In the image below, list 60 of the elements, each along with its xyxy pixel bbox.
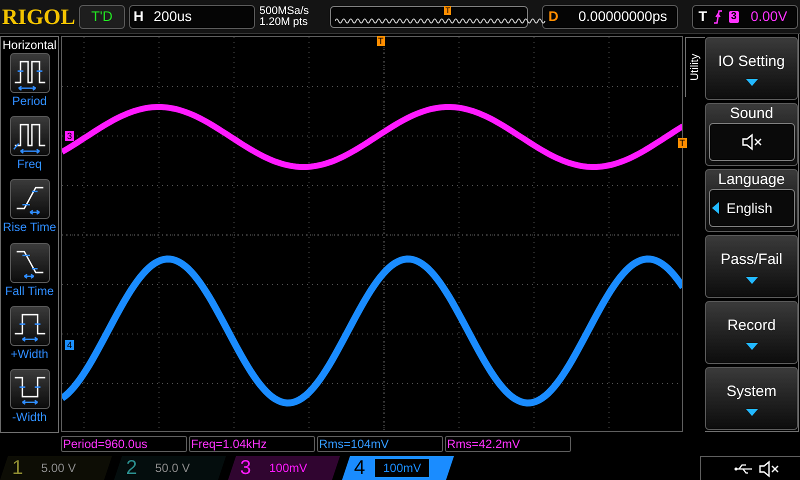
channel-4-marker: 4	[65, 340, 74, 350]
rising-edge-icon	[713, 10, 724, 24]
timebase-label: H	[134, 7, 144, 26]
channel-number: 3	[240, 457, 252, 479]
trigger-label: T	[698, 7, 708, 26]
measure-label: Fall Time	[5, 282, 54, 299]
trigger-level: 0.00V	[750, 7, 788, 26]
menu-button[interactable]: Pass/Fail	[705, 235, 798, 298]
caret-icon	[746, 343, 758, 350]
measure-button[interactable]	[10, 116, 50, 156]
timebase-value: 200us	[154, 7, 192, 26]
caret-icon	[746, 79, 758, 86]
sample-rate: 500MSa/s	[259, 6, 310, 16]
measure-label: Rise Time	[2, 219, 56, 236]
trigger-source: 3	[729, 10, 739, 22]
channel-tab[interactable]: 2 50.0 V	[114, 456, 226, 480]
memory-depth: 1.20M pts	[259, 16, 309, 28]
language-selector[interactable]: English	[708, 189, 794, 227]
channel-tab[interactable]: 1 5.00 V	[0, 456, 112, 480]
channel-scale: 50.0 V	[154, 460, 191, 477]
measurement-readout: Rms=104mV	[317, 436, 443, 452]
sound-toggle[interactable]	[708, 123, 794, 161]
channel-tab[interactable]: 3 100mV	[228, 456, 340, 480]
channel-tab[interactable]: 4 100mV	[342, 456, 454, 480]
channel-scale: 5.00 V	[40, 460, 77, 477]
measurement-readout: Rms=42.2mV	[445, 436, 571, 452]
menu-button[interactable]: IO Setting	[705, 37, 798, 100]
measure-label: +Width	[10, 346, 48, 362]
delay-label: D	[548, 7, 560, 26]
channel-scale: 100mV	[268, 460, 308, 477]
measure-button[interactable]	[10, 242, 50, 283]
caret-icon	[746, 277, 758, 284]
channel-number: 4	[354, 457, 366, 479]
measurement-readout: Freq=1.04kHz	[189, 436, 315, 452]
measure-button[interactable]	[10, 368, 50, 409]
trigger-time-marker: T	[377, 36, 384, 46]
channel-3-marker: 3	[65, 131, 74, 141]
menu-title: Horizontal	[2, 37, 57, 53]
channel-scale: 100mV	[375, 459, 430, 477]
measurement-readout: Period=960.0us	[61, 436, 187, 452]
caret-icon	[746, 409, 758, 416]
trigger-position-marker: T	[444, 6, 452, 14]
channel-number: 2	[126, 457, 138, 479]
channel-number: 1	[12, 457, 24, 479]
brand-logo: RIGOL	[2, 3, 76, 31]
menu-button[interactable]: System	[705, 367, 798, 430]
measure-label: Freq	[17, 156, 42, 172]
measure-button[interactable]	[10, 306, 50, 346]
left-arrow-icon	[712, 202, 718, 214]
option-title: Language	[718, 170, 785, 189]
measure-label: -Width	[12, 408, 47, 425]
measure-button[interactable]	[10, 179, 50, 220]
mute-icon	[758, 460, 780, 478]
menu-button[interactable]: Record	[705, 301, 798, 364]
measure-button[interactable]	[10, 53, 50, 93]
trigger-status: T'D	[79, 4, 125, 28]
delay-value: 0.00000000ps	[578, 7, 668, 26]
option-title: Sound	[730, 104, 774, 123]
measure-label: Period	[12, 93, 47, 109]
usb-icon	[734, 464, 754, 474]
